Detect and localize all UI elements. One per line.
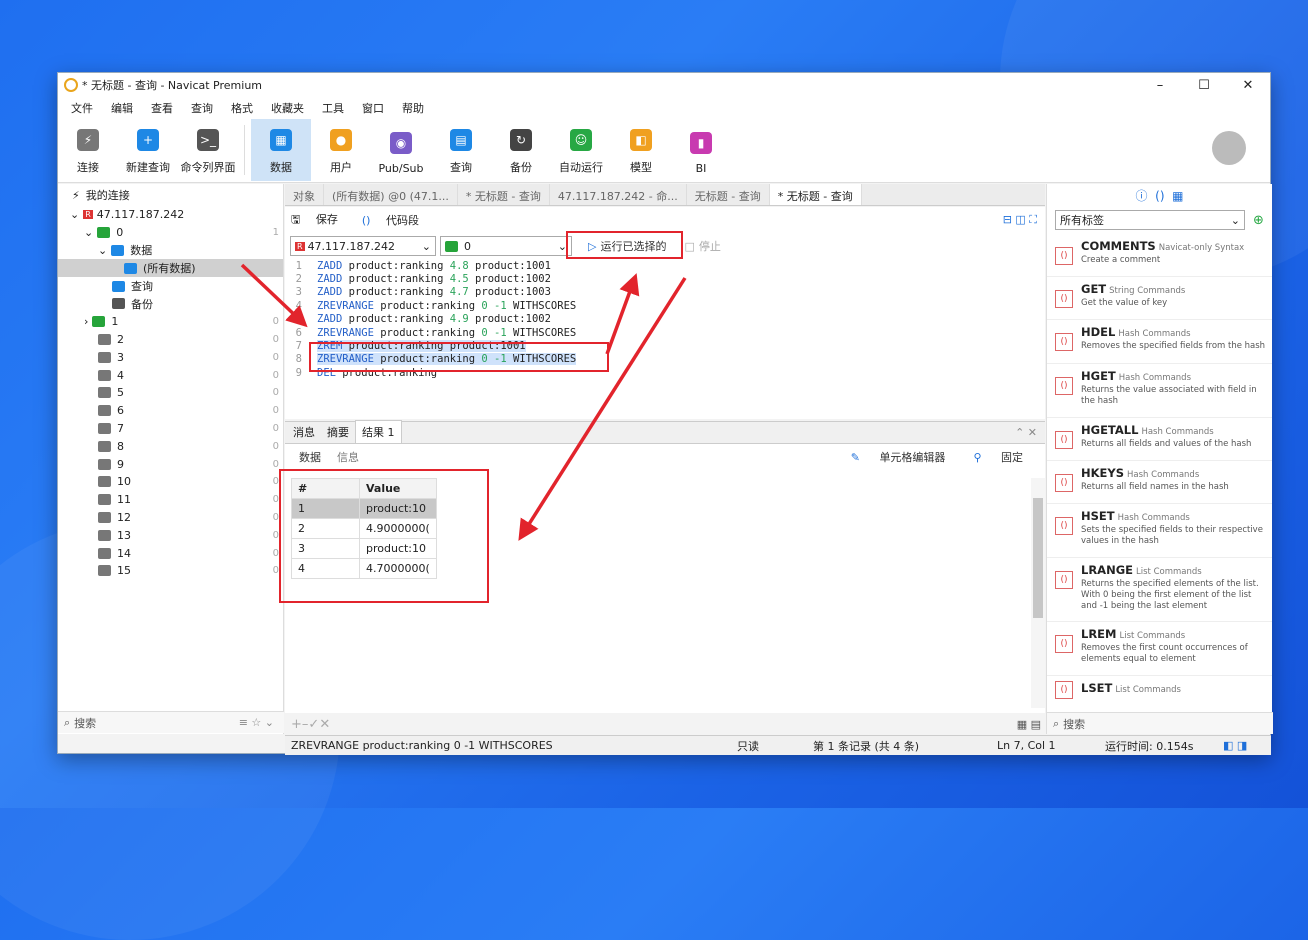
annotation-arrows — [240, 263, 687, 541]
arrow-to-run — [605, 273, 640, 355]
arrow-to-code — [240, 263, 308, 328]
arrow-to-results — [518, 277, 687, 541]
